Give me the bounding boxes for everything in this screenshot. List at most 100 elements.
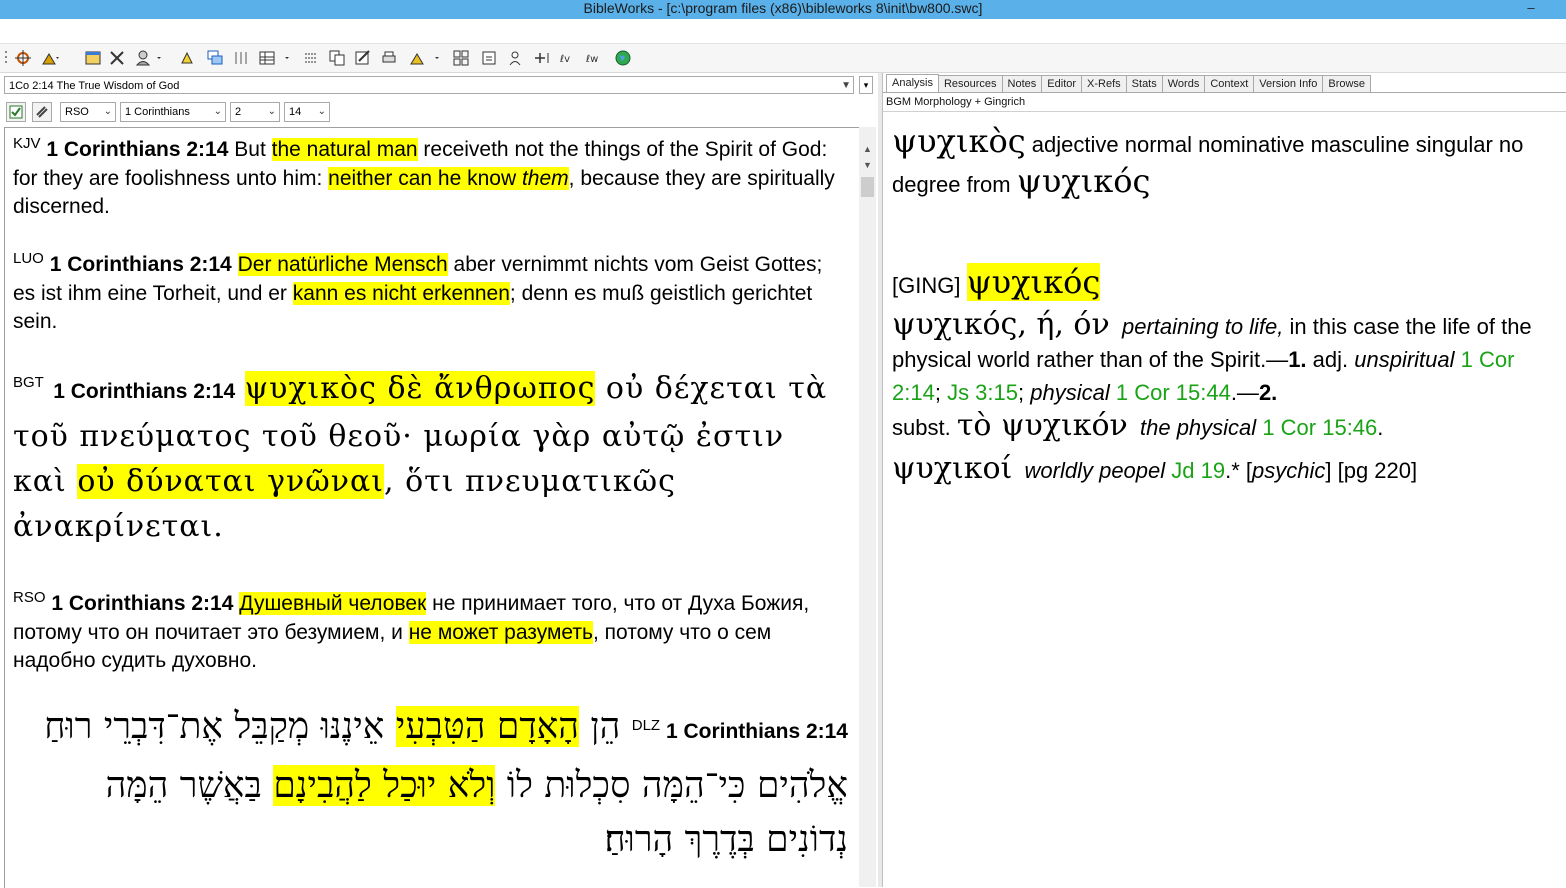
highlighted-text: neither can he know [328, 166, 522, 190]
columns-icon[interactable] [232, 49, 250, 67]
reference-combo[interactable]: 1Co 2:14 The True Wisdom of God ▼ [4, 76, 854, 94]
edit-icon[interactable] [354, 49, 372, 67]
separator: ; [934, 380, 948, 405]
tab-notes[interactable]: Notes [1001, 75, 1043, 92]
book-select[interactable]: 1 Corinthians ⌄ [120, 102, 226, 122]
split-icon[interactable] [452, 49, 470, 67]
checklist-icon[interactable] [6, 102, 26, 122]
chevron-down-icon: ⌄ [267, 106, 276, 117]
verse-reference[interactable]: 1 Corinthians 2:14 [53, 380, 235, 403]
list-icon[interactable] [302, 49, 320, 67]
gloss-italic: physical [1030, 380, 1110, 405]
greek-word: ψυχικοί [892, 451, 1013, 486]
reference-combo-value: 1Co 2:14 The True Wisdom of God [9, 80, 180, 92]
word-icon[interactable]: ℓw [584, 49, 606, 67]
verse-text: But [234, 138, 272, 161]
grid-dropdown-icon[interactable] [258, 49, 292, 67]
scripture-link[interactable]: 1 Cor 15:44 [1116, 380, 1231, 405]
highlighted-text: kann es nicht erkennen [292, 281, 510, 305]
scroll-up-icon[interactable]: ▲ [859, 141, 876, 157]
divider [883, 111, 1566, 112]
version-label: KJV [13, 135, 41, 152]
lexicon-header: [GING] ψυχικός [892, 260, 1557, 308]
tab-resources[interactable]: Resources [937, 75, 1003, 92]
tab-divider [883, 92, 1566, 93]
definition-text: adj. [1306, 347, 1355, 372]
vertical-scrollbar[interactable]: ▲ ▼ [859, 127, 876, 887]
tab-words[interactable]: Words [1161, 75, 1206, 92]
highlighted-text: ψυχικὸς δὲ ἄνθρωπος [244, 371, 596, 406]
print-icon[interactable] [380, 49, 398, 67]
gloss-italic: psychic [1252, 458, 1326, 483]
tab-context[interactable]: Context [1204, 75, 1255, 92]
person-icon[interactable] [506, 49, 524, 67]
verse-select[interactable]: 14 ⌄ [284, 102, 330, 122]
copy-icon[interactable] [328, 49, 346, 67]
highlight-dropdown-icon[interactable] [408, 49, 444, 67]
scrollbar-thumb[interactable] [861, 177, 874, 197]
window-layout-icon[interactable] [206, 49, 224, 67]
notes-icon[interactable] [480, 49, 498, 67]
verse-reference[interactable]: 1 Corinthians 2:14 [50, 253, 232, 276]
greek-lemma[interactable]: ψυχικός [1017, 162, 1151, 200]
svg-text:ℓv: ℓv [560, 54, 570, 65]
plus-icon[interactable] [532, 49, 552, 67]
separator: . [1377, 415, 1384, 440]
scripture-link[interactable]: Js 3:15 [947, 380, 1018, 405]
morphology-block: ψυχικὸς adjective normal nominative masc… [892, 123, 1557, 203]
title-bar: BibleWorks - [c:\program files (x86)\bib… [0, 0, 1566, 19]
chevron-down-icon[interactable]: ▼ [841, 77, 851, 95]
reference-dropdown-button[interactable]: ▾ [859, 76, 873, 94]
highlighted-text: them [521, 166, 569, 190]
tab-analysis[interactable]: Analysis [886, 74, 939, 93]
gloss-italic: the physical [1140, 415, 1257, 440]
version-select[interactable]: RSO ⌄ [60, 102, 116, 122]
verse-reference[interactable]: 1 Corinthians 2:14 [46, 138, 228, 161]
search-tool-icon[interactable] [40, 49, 62, 67]
scroll-down-icon[interactable]: ▼ [859, 157, 876, 173]
verse-luo: LUO 1 Corinthians 2:14 Der natürliche Me… [13, 251, 848, 337]
separator: ; [1018, 380, 1031, 405]
lamp-icon[interactable] [178, 49, 196, 67]
tab-editor[interactable]: Editor [1041, 75, 1083, 92]
verse-text: הֵן [578, 706, 621, 747]
verse-icon[interactable]: ℓv [558, 49, 578, 67]
minimize-button[interactable]: – [1516, 0, 1546, 17]
scripture-link[interactable]: Jd 19 [1171, 458, 1225, 483]
analysis-pane: Analysis Resources Notes Editor X-Refs S… [882, 73, 1566, 887]
greek-word[interactable]: ψυχικὸς [892, 122, 1026, 160]
tab-xrefs[interactable]: X-Refs [1081, 75, 1127, 92]
window-title: BibleWorks - [c:\program files (x86)\bib… [583, 0, 983, 16]
lexicon-forms: ψυχικός, ή, όν [892, 307, 1110, 342]
lexicon-entry: [GING] ψυχικός ψυχικός, ή, όν pertaining… [892, 260, 1557, 496]
tab-browse[interactable]: Browse [1322, 75, 1372, 92]
windows-icon[interactable] [84, 49, 102, 67]
analysis-tabs: Analysis Resources Notes Editor X-Refs S… [886, 74, 1372, 93]
highlighted-text: the natural man [271, 138, 418, 161]
tab-version-info[interactable]: Version Info [1253, 75, 1324, 92]
globe-icon[interactable] [614, 49, 632, 67]
verse-reference[interactable]: 1 Corinthians 2:14 [666, 720, 848, 743]
crosshair-icon[interactable] [14, 49, 32, 67]
verse-reference[interactable]: 1 Corinthians 2:14 [51, 592, 233, 615]
bible-text-pane: 1Co 2:14 The True Wisdom of God ▼ ▾ RSO … [0, 73, 878, 888]
lexicon-headword: ψυχικός [966, 263, 1101, 301]
chevron-down-icon: ⌄ [317, 106, 326, 117]
svg-text:ℓw: ℓw [586, 54, 598, 65]
version-label: LUO [13, 250, 44, 267]
link-icon[interactable] [32, 102, 52, 122]
toolbar: ℓv ℓw [0, 44, 1566, 73]
tab-stats[interactable]: Stats [1125, 75, 1163, 92]
verse-kjv: KJV 1 Corinthians 2:14 But the natural m… [13, 136, 848, 222]
verse-header: DLZ 1 Corinthians 2:14 [632, 718, 848, 743]
tools-icon[interactable] [108, 49, 126, 67]
chapter-select[interactable]: 2 ⌄ [230, 102, 280, 122]
verse-select-value: 14 [289, 106, 302, 118]
verse-bgt: BGT 1 Corinthians 2:14 ψυχικὸς δὲ ἄνθρωπ… [13, 366, 848, 549]
definition-text: subst. [892, 415, 957, 440]
gloss-italic: unspiritual [1354, 347, 1455, 372]
gloss-italic: worldly peopel [1024, 458, 1166, 483]
version-label: RSO [13, 589, 46, 606]
scripture-link[interactable]: 1 Cor 15:46 [1262, 415, 1377, 440]
user-tool-icon[interactable] [134, 49, 164, 67]
